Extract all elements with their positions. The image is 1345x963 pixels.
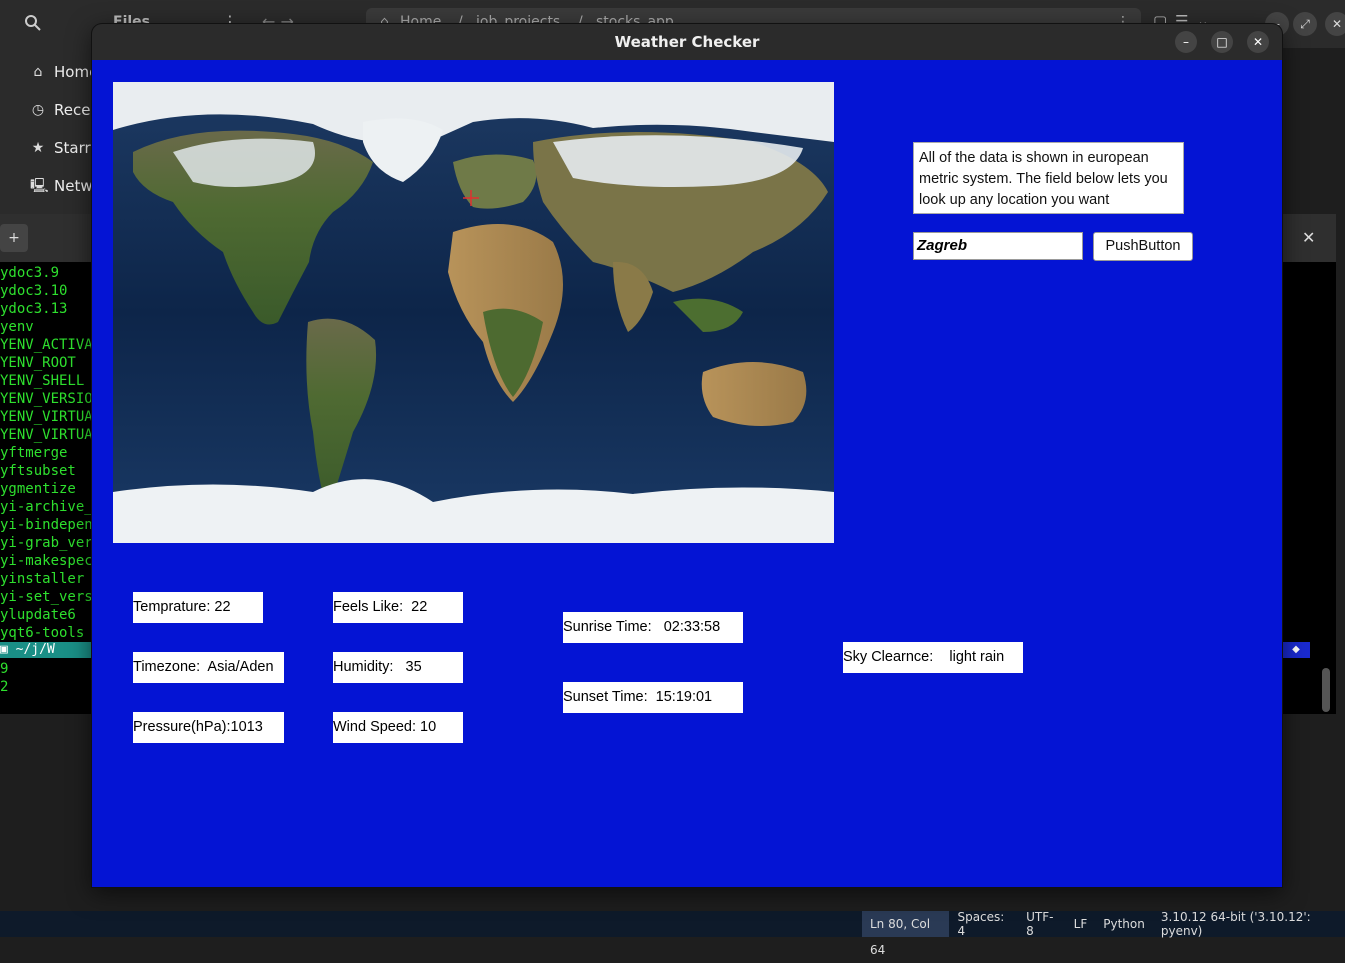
language-mode[interactable]: Python (1095, 917, 1153, 931)
terminal-line: ylupdate6 (0, 607, 76, 623)
terminal-line: yi-bindepen (0, 517, 93, 533)
terminal-line: yi-archive_ (0, 499, 93, 515)
indentation[interactable]: Spaces: 4 (949, 910, 1018, 938)
network-icon: 🖳 (30, 178, 49, 194)
maximize-icon[interactable]: □ (1211, 31, 1233, 53)
terminal-line: YENV_ROOT (0, 355, 76, 371)
terminal-line: YENV_SHELL (0, 373, 85, 389)
status-bar: Ln 80, Col 64 Spaces: 4 UTF-8 LF Python … (0, 910, 1345, 957)
sidebar-item-home[interactable]: ⌂ Home (30, 57, 99, 87)
info-text-box: All of the data is shown in european met… (913, 142, 1184, 214)
prompt-end-icon: ◆ (1282, 642, 1310, 658)
terminal-line: ydoc3.9 (0, 265, 60, 281)
cursor-position[interactable]: Ln 80, Col 64 (862, 911, 950, 957)
pressure-label: Pressure(hPa):1013 (133, 712, 284, 743)
terminal-line: ydoc3.13 (0, 301, 68, 317)
feels-like-label: Feels Like: 22 (333, 592, 463, 623)
sidebar-item-recent[interactable]: ◷ Recen (30, 95, 100, 125)
clock-icon: ◷ (31, 102, 45, 118)
weather-checker-window: Weather Checker – □ ✕ All of the data is… (92, 24, 1282, 887)
search-button[interactable]: PushButton (1093, 232, 1193, 261)
terminal-output: ydoc3.9 ydoc3.10 ydoc3.13 yenv YENV_ACTIVA YE… (0, 264, 93, 642)
sidebar-item-network[interactable]: 🖳 Netwo (30, 171, 102, 201)
terminal-line: yi-makespec (0, 553, 93, 569)
search-icon[interactable] (24, 14, 42, 32)
wind-speed-label: Wind Speed: 10 (333, 712, 463, 743)
humidity-label: Humidity: 35 (333, 652, 463, 683)
terminal-line: yi-grab_ver (0, 535, 93, 551)
star-icon: ★ (31, 140, 45, 156)
terminal-line: yi-set_vers (0, 589, 93, 605)
terminal-line: yftsubset (0, 463, 76, 479)
timezone-label: Timezone: Asia/Aden (133, 652, 284, 683)
terminal-line: yftmerge (0, 445, 68, 461)
terminal-line: ydoc3.10 (0, 283, 68, 299)
sidebar-item-starred[interactable]: ★ Starre (30, 133, 100, 163)
terminal-line: YENV_VERSIO (0, 391, 93, 407)
close-icon[interactable]: ✕ (1325, 12, 1345, 36)
sky-clearance-label: Sky Clearnce: light rain (843, 642, 1023, 673)
folder-icon: ▣ (0, 642, 16, 657)
world-map-image (113, 82, 834, 543)
window-title: Weather Checker (614, 33, 760, 51)
restore-icon[interactable]: ⤢ (1293, 12, 1317, 36)
home-icon: ⌂ (33, 64, 43, 80)
sunrise-label: Sunrise Time: 02:33:58 (563, 612, 743, 643)
terminal-line: 2 (0, 679, 9, 695)
temperature-label: Temprature: 22 (133, 592, 263, 623)
terminal-line: YENV_ACTIVA (0, 337, 93, 353)
terminal-prompt: ▣ ~/j/W (0, 642, 94, 658)
terminal-line: YENV_VIRTUA (0, 427, 93, 443)
line-ending[interactable]: LF (1066, 917, 1096, 931)
terminal-line: yqt6-tools (0, 625, 85, 641)
city-search-input[interactable]: Zagreb (913, 232, 1083, 260)
close-icon[interactable]: ✕ (1302, 228, 1315, 247)
prompt-path: ~/j/W (15, 642, 55, 657)
terminal-line: YENV_VIRTUA (0, 409, 93, 425)
terminal-line: yenv (0, 319, 34, 335)
python-interpreter[interactable]: 3.10.12 64-bit ('3.10.12': pyenv) (1153, 910, 1345, 938)
terminal-line: yinstaller (0, 571, 85, 587)
terminal-line: ygmentize (0, 481, 76, 497)
new-tab-icon[interactable]: + (0, 224, 28, 252)
close-icon[interactable]: ✕ (1247, 31, 1269, 53)
minimize-icon[interactable]: – (1175, 31, 1197, 53)
encoding[interactable]: UTF-8 (1018, 910, 1066, 938)
terminal-line: 9 (0, 661, 9, 677)
terminal-after-prompt: 92 (0, 660, 8, 696)
window-body: All of the data is shown in european met… (92, 60, 1282, 887)
sunset-label: Sunset Time: 15:19:01 (563, 682, 743, 713)
terminal-scrollbar[interactable] (1322, 668, 1330, 712)
